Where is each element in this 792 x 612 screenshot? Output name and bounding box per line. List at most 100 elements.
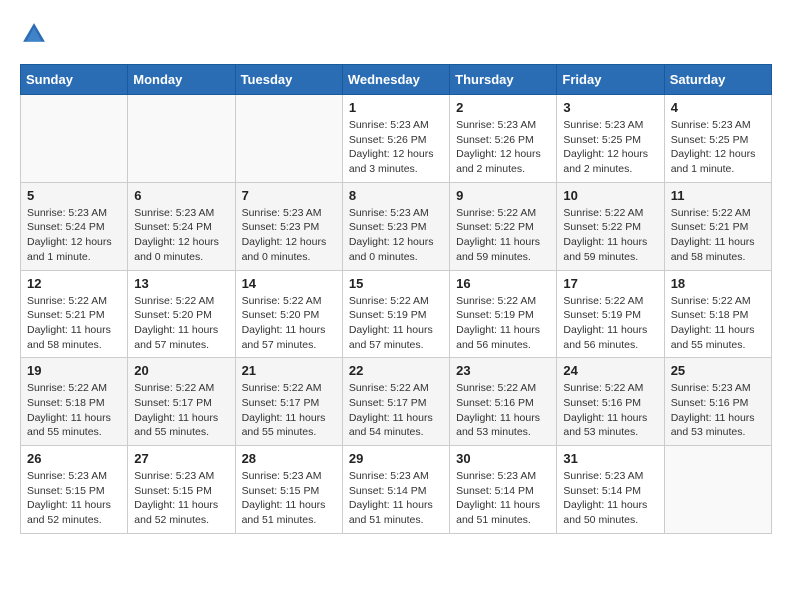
calendar-cell: 9 Sunrise: 5:22 AM Sunset: 5:22 PM Daylig… bbox=[450, 182, 557, 270]
calendar-cell: 13 Sunrise: 5:22 AM Sunset: 5:20 PM Dayli… bbox=[128, 270, 235, 358]
day-number: 9 bbox=[456, 188, 550, 203]
calendar-cell: 5 Sunrise: 5:23 AM Sunset: 5:24 PM Daylig… bbox=[21, 182, 128, 270]
calendar-cell: 22 Sunrise: 5:22 AM Sunset: 5:17 PM Dayli… bbox=[342, 358, 449, 446]
day-number: 12 bbox=[27, 276, 121, 291]
day-number: 17 bbox=[563, 276, 657, 291]
day-detail: Sunrise: 5:22 AM Sunset: 5:20 PM Dayligh… bbox=[242, 294, 336, 353]
day-number: 29 bbox=[349, 451, 443, 466]
day-detail: Sunrise: 5:22 AM Sunset: 5:18 PM Dayligh… bbox=[671, 294, 765, 353]
calendar-cell: 12Sunrise: 5:22 AM Sunset: 5:21 PM Dayli… bbox=[21, 270, 128, 358]
weekday-header-friday: Friday bbox=[557, 65, 664, 95]
calendar-cell: 17Sunrise: 5:22 AM Sunset: 5:19 PM Dayli… bbox=[557, 270, 664, 358]
calendar-cell: 16 Sunrise: 5:22 AM Sunset: 5:19 PM Dayli… bbox=[450, 270, 557, 358]
day-number: 26 bbox=[27, 451, 121, 466]
day-number: 16 bbox=[456, 276, 550, 291]
day-detail: Sunrise: 5:23 AM Sunset: 5:25 PM Dayligh… bbox=[563, 118, 657, 177]
week-row-5: 26 Sunrise: 5:23 AM Sunset: 5:15 PM Dayli… bbox=[21, 446, 772, 534]
day-number: 24 bbox=[563, 363, 657, 378]
calendar-cell: 24 Sunrise: 5:22 AM Sunset: 5:16 PM Dayli… bbox=[557, 358, 664, 446]
day-number: 8 bbox=[349, 188, 443, 203]
calendar-cell: 23 Sunrise: 5:22 AM Sunset: 5:16 PM Dayli… bbox=[450, 358, 557, 446]
calendar-cell: 4 Sunrise: 5:23 AM Sunset: 5:25 PM Daylig… bbox=[664, 95, 771, 183]
day-number: 1 bbox=[349, 100, 443, 115]
day-number: 23 bbox=[456, 363, 550, 378]
calendar-cell: 14 Sunrise: 5:22 AM Sunset: 5:20 PM Dayli… bbox=[235, 270, 342, 358]
week-row-1: 1 Sunrise: 5:23 AM Sunset: 5:26 PM Daylig… bbox=[21, 95, 772, 183]
calendar-cell: 15Sunrise: 5:22 AM Sunset: 5:19 PM Dayli… bbox=[342, 270, 449, 358]
day-number: 30 bbox=[456, 451, 550, 466]
day-detail: Sunrise: 5:23 AM Sunset: 5:26 PM Dayligh… bbox=[456, 118, 550, 177]
week-row-3: 12Sunrise: 5:22 AM Sunset: 5:21 PM Dayli… bbox=[21, 270, 772, 358]
calendar-cell: 1 Sunrise: 5:23 AM Sunset: 5:26 PM Daylig… bbox=[342, 95, 449, 183]
calendar-cell: 3Sunrise: 5:23 AM Sunset: 5:25 PM Daylig… bbox=[557, 95, 664, 183]
day-detail: Sunrise: 5:22 AM Sunset: 5:16 PM Dayligh… bbox=[456, 381, 550, 440]
calendar-cell bbox=[128, 95, 235, 183]
day-number: 5 bbox=[27, 188, 121, 203]
day-number: 10 bbox=[563, 188, 657, 203]
day-detail: Sunrise: 5:23 AM Sunset: 5:15 PM Dayligh… bbox=[27, 469, 121, 528]
calendar-cell: 8 Sunrise: 5:23 AM Sunset: 5:23 PM Daylig… bbox=[342, 182, 449, 270]
day-detail: Sunrise: 5:23 AM Sunset: 5:14 PM Dayligh… bbox=[349, 469, 443, 528]
day-number: 13 bbox=[134, 276, 228, 291]
day-number: 2 bbox=[456, 100, 550, 115]
day-detail: Sunrise: 5:23 AM Sunset: 5:23 PM Dayligh… bbox=[242, 206, 336, 265]
calendar-cell: 20 Sunrise: 5:22 AM Sunset: 5:17 PM Dayli… bbox=[128, 358, 235, 446]
day-detail: Sunrise: 5:23 AM Sunset: 5:16 PM Dayligh… bbox=[671, 381, 765, 440]
week-row-4: 19Sunrise: 5:22 AM Sunset: 5:18 PM Dayli… bbox=[21, 358, 772, 446]
day-number: 4 bbox=[671, 100, 765, 115]
day-detail: Sunrise: 5:22 AM Sunset: 5:19 PM Dayligh… bbox=[456, 294, 550, 353]
calendar-cell: 27Sunrise: 5:23 AM Sunset: 5:15 PM Dayli… bbox=[128, 446, 235, 534]
calendar-cell bbox=[235, 95, 342, 183]
day-number: 18 bbox=[671, 276, 765, 291]
calendar-cell: 21 Sunrise: 5:22 AM Sunset: 5:17 PM Dayli… bbox=[235, 358, 342, 446]
calendar-cell: 25 Sunrise: 5:23 AM Sunset: 5:16 PM Dayli… bbox=[664, 358, 771, 446]
day-number: 7 bbox=[242, 188, 336, 203]
day-number: 22 bbox=[349, 363, 443, 378]
day-number: 28 bbox=[242, 451, 336, 466]
weekday-header-monday: Monday bbox=[128, 65, 235, 95]
weekday-header-saturday: Saturday bbox=[664, 65, 771, 95]
calendar-cell bbox=[21, 95, 128, 183]
day-number: 31 bbox=[563, 451, 657, 466]
day-detail: Sunrise: 5:22 AM Sunset: 5:20 PM Dayligh… bbox=[134, 294, 228, 353]
page-header bbox=[20, 20, 772, 48]
day-detail: Sunrise: 5:22 AM Sunset: 5:17 PM Dayligh… bbox=[134, 381, 228, 440]
day-detail: Sunrise: 5:22 AM Sunset: 5:18 PM Dayligh… bbox=[27, 381, 121, 440]
calendar-cell: 2 Sunrise: 5:23 AM Sunset: 5:26 PM Daylig… bbox=[450, 95, 557, 183]
day-detail: Sunrise: 5:22 AM Sunset: 5:22 PM Dayligh… bbox=[456, 206, 550, 265]
calendar-cell bbox=[664, 446, 771, 534]
week-row-2: 5 Sunrise: 5:23 AM Sunset: 5:24 PM Daylig… bbox=[21, 182, 772, 270]
calendar-cell: 31 Sunrise: 5:23 AM Sunset: 5:14 PM Dayli… bbox=[557, 446, 664, 534]
day-number: 20 bbox=[134, 363, 228, 378]
logo-icon bbox=[20, 20, 48, 48]
day-number: 25 bbox=[671, 363, 765, 378]
day-number: 11 bbox=[671, 188, 765, 203]
day-detail: Sunrise: 5:23 AM Sunset: 5:24 PM Dayligh… bbox=[27, 206, 121, 265]
calendar-cell: 29 Sunrise: 5:23 AM Sunset: 5:14 PM Dayli… bbox=[342, 446, 449, 534]
day-detail: Sunrise: 5:22 AM Sunset: 5:21 PM Dayligh… bbox=[671, 206, 765, 265]
day-number: 14 bbox=[242, 276, 336, 291]
day-number: 27 bbox=[134, 451, 228, 466]
weekday-header-wednesday: Wednesday bbox=[342, 65, 449, 95]
weekday-header-sunday: Sunday bbox=[21, 65, 128, 95]
calendar-cell: 10Sunrise: 5:22 AM Sunset: 5:22 PM Dayli… bbox=[557, 182, 664, 270]
calendar-cell: 19Sunrise: 5:22 AM Sunset: 5:18 PM Dayli… bbox=[21, 358, 128, 446]
day-number: 15 bbox=[349, 276, 443, 291]
calendar-cell: 7 Sunrise: 5:23 AM Sunset: 5:23 PM Daylig… bbox=[235, 182, 342, 270]
day-detail: Sunrise: 5:23 AM Sunset: 5:14 PM Dayligh… bbox=[456, 469, 550, 528]
calendar-cell: 11 Sunrise: 5:22 AM Sunset: 5:21 PM Dayli… bbox=[664, 182, 771, 270]
weekday-header-thursday: Thursday bbox=[450, 65, 557, 95]
calendar-cell: 18 Sunrise: 5:22 AM Sunset: 5:18 PM Dayli… bbox=[664, 270, 771, 358]
calendar-cell: 30 Sunrise: 5:23 AM Sunset: 5:14 PM Dayli… bbox=[450, 446, 557, 534]
day-detail: Sunrise: 5:23 AM Sunset: 5:25 PM Dayligh… bbox=[671, 118, 765, 177]
day-number: 21 bbox=[242, 363, 336, 378]
day-detail: Sunrise: 5:23 AM Sunset: 5:26 PM Dayligh… bbox=[349, 118, 443, 177]
day-detail: Sunrise: 5:23 AM Sunset: 5:14 PM Dayligh… bbox=[563, 469, 657, 528]
weekday-header-row: SundayMondayTuesdayWednesdayThursdayFrid… bbox=[21, 65, 772, 95]
day-detail: Sunrise: 5:22 AM Sunset: 5:17 PM Dayligh… bbox=[349, 381, 443, 440]
day-detail: Sunrise: 5:22 AM Sunset: 5:16 PM Dayligh… bbox=[563, 381, 657, 440]
calendar-table: SundayMondayTuesdayWednesdayThursdayFrid… bbox=[20, 64, 772, 534]
day-detail: Sunrise: 5:23 AM Sunset: 5:23 PM Dayligh… bbox=[349, 206, 443, 265]
day-detail: Sunrise: 5:22 AM Sunset: 5:17 PM Dayligh… bbox=[242, 381, 336, 440]
weekday-header-tuesday: Tuesday bbox=[235, 65, 342, 95]
